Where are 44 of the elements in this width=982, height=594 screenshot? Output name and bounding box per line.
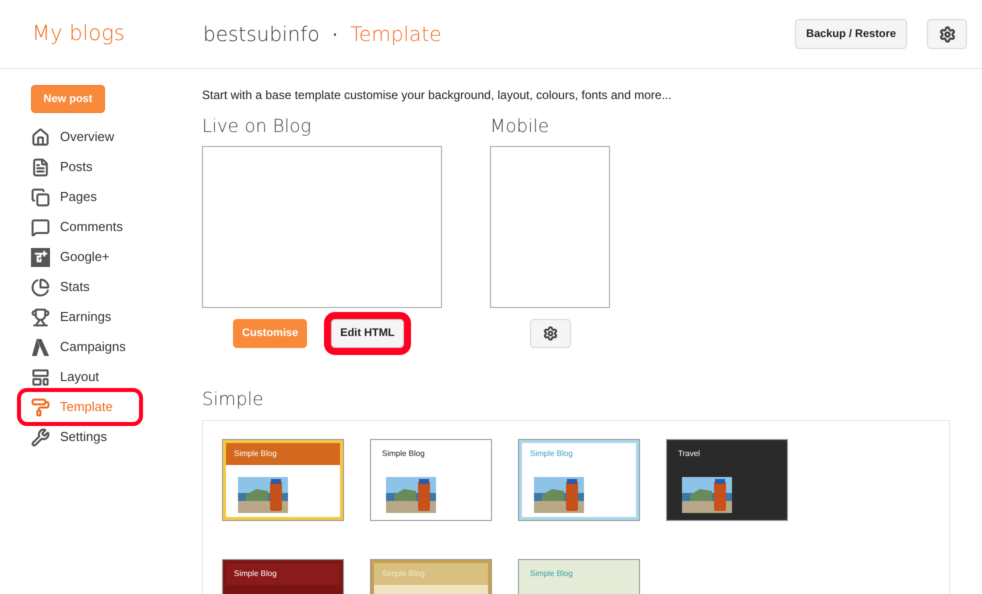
nav-item[interactable]: Campaigns [21,332,139,362]
pie-chart-icon [31,278,50,296]
nav-item[interactable]: Pages [21,182,139,212]
page-title: Template [350,21,442,48]
separator: · [332,22,338,47]
nav-item[interactable]: Posts [21,152,139,182]
template-name: Simple Blog [234,448,277,460]
nav-item[interactable]: Settings [21,422,139,452]
template-name: Simple Blog [382,448,425,460]
layout-icon [31,368,50,386]
blog-name: bestsubinfo [203,21,320,48]
document-icon [31,158,50,176]
nav-item[interactable]: Stats [21,272,139,302]
template-name: Simple Blog [530,568,573,580]
settings-icon [938,26,956,42]
template-name: Travel [678,448,700,460]
section-title: Live on Blog [202,115,312,139]
nav-item[interactable]: Overview [21,122,139,152]
trophy-icon [31,308,50,326]
section-title: Simple [202,388,264,412]
campaign-icon [31,338,50,356]
template-thumbnail[interactable]: Simple Blog [370,439,492,521]
home-icon [31,128,50,146]
nav-item[interactable]: Layout [21,362,139,392]
template-name: Simple Blog [234,568,277,580]
paint-roller-icon [31,398,50,416]
pages-icon [31,188,50,206]
google-plus-icon [31,248,50,266]
template-thumbnail[interactable]: Travel [666,439,788,521]
backup-restore-button[interactable]: Backup / Restore [795,19,907,49]
settings-icon [543,326,558,341]
nav-item[interactable]: Comments [21,212,139,242]
intro-text: Start with a base template customise your background, layout, colours, fonts and more... [202,87,673,104]
speech-bubble-icon [31,218,50,236]
template-thumbnail[interactable]: Simple Blog [222,559,344,594]
template-thumbnail[interactable]: Simple Blog [222,439,344,521]
nav-item[interactable]: Google+ [21,242,139,272]
template-name: Simple Blog [530,448,573,460]
template-name: Simple Blog [382,568,425,580]
nav-item[interactable]: Earnings [21,302,139,332]
wrench-icon [31,428,50,446]
mobile-settings-button[interactable] [530,319,571,348]
section-title: Mobile [490,115,550,139]
settings-button[interactable] [927,19,967,49]
